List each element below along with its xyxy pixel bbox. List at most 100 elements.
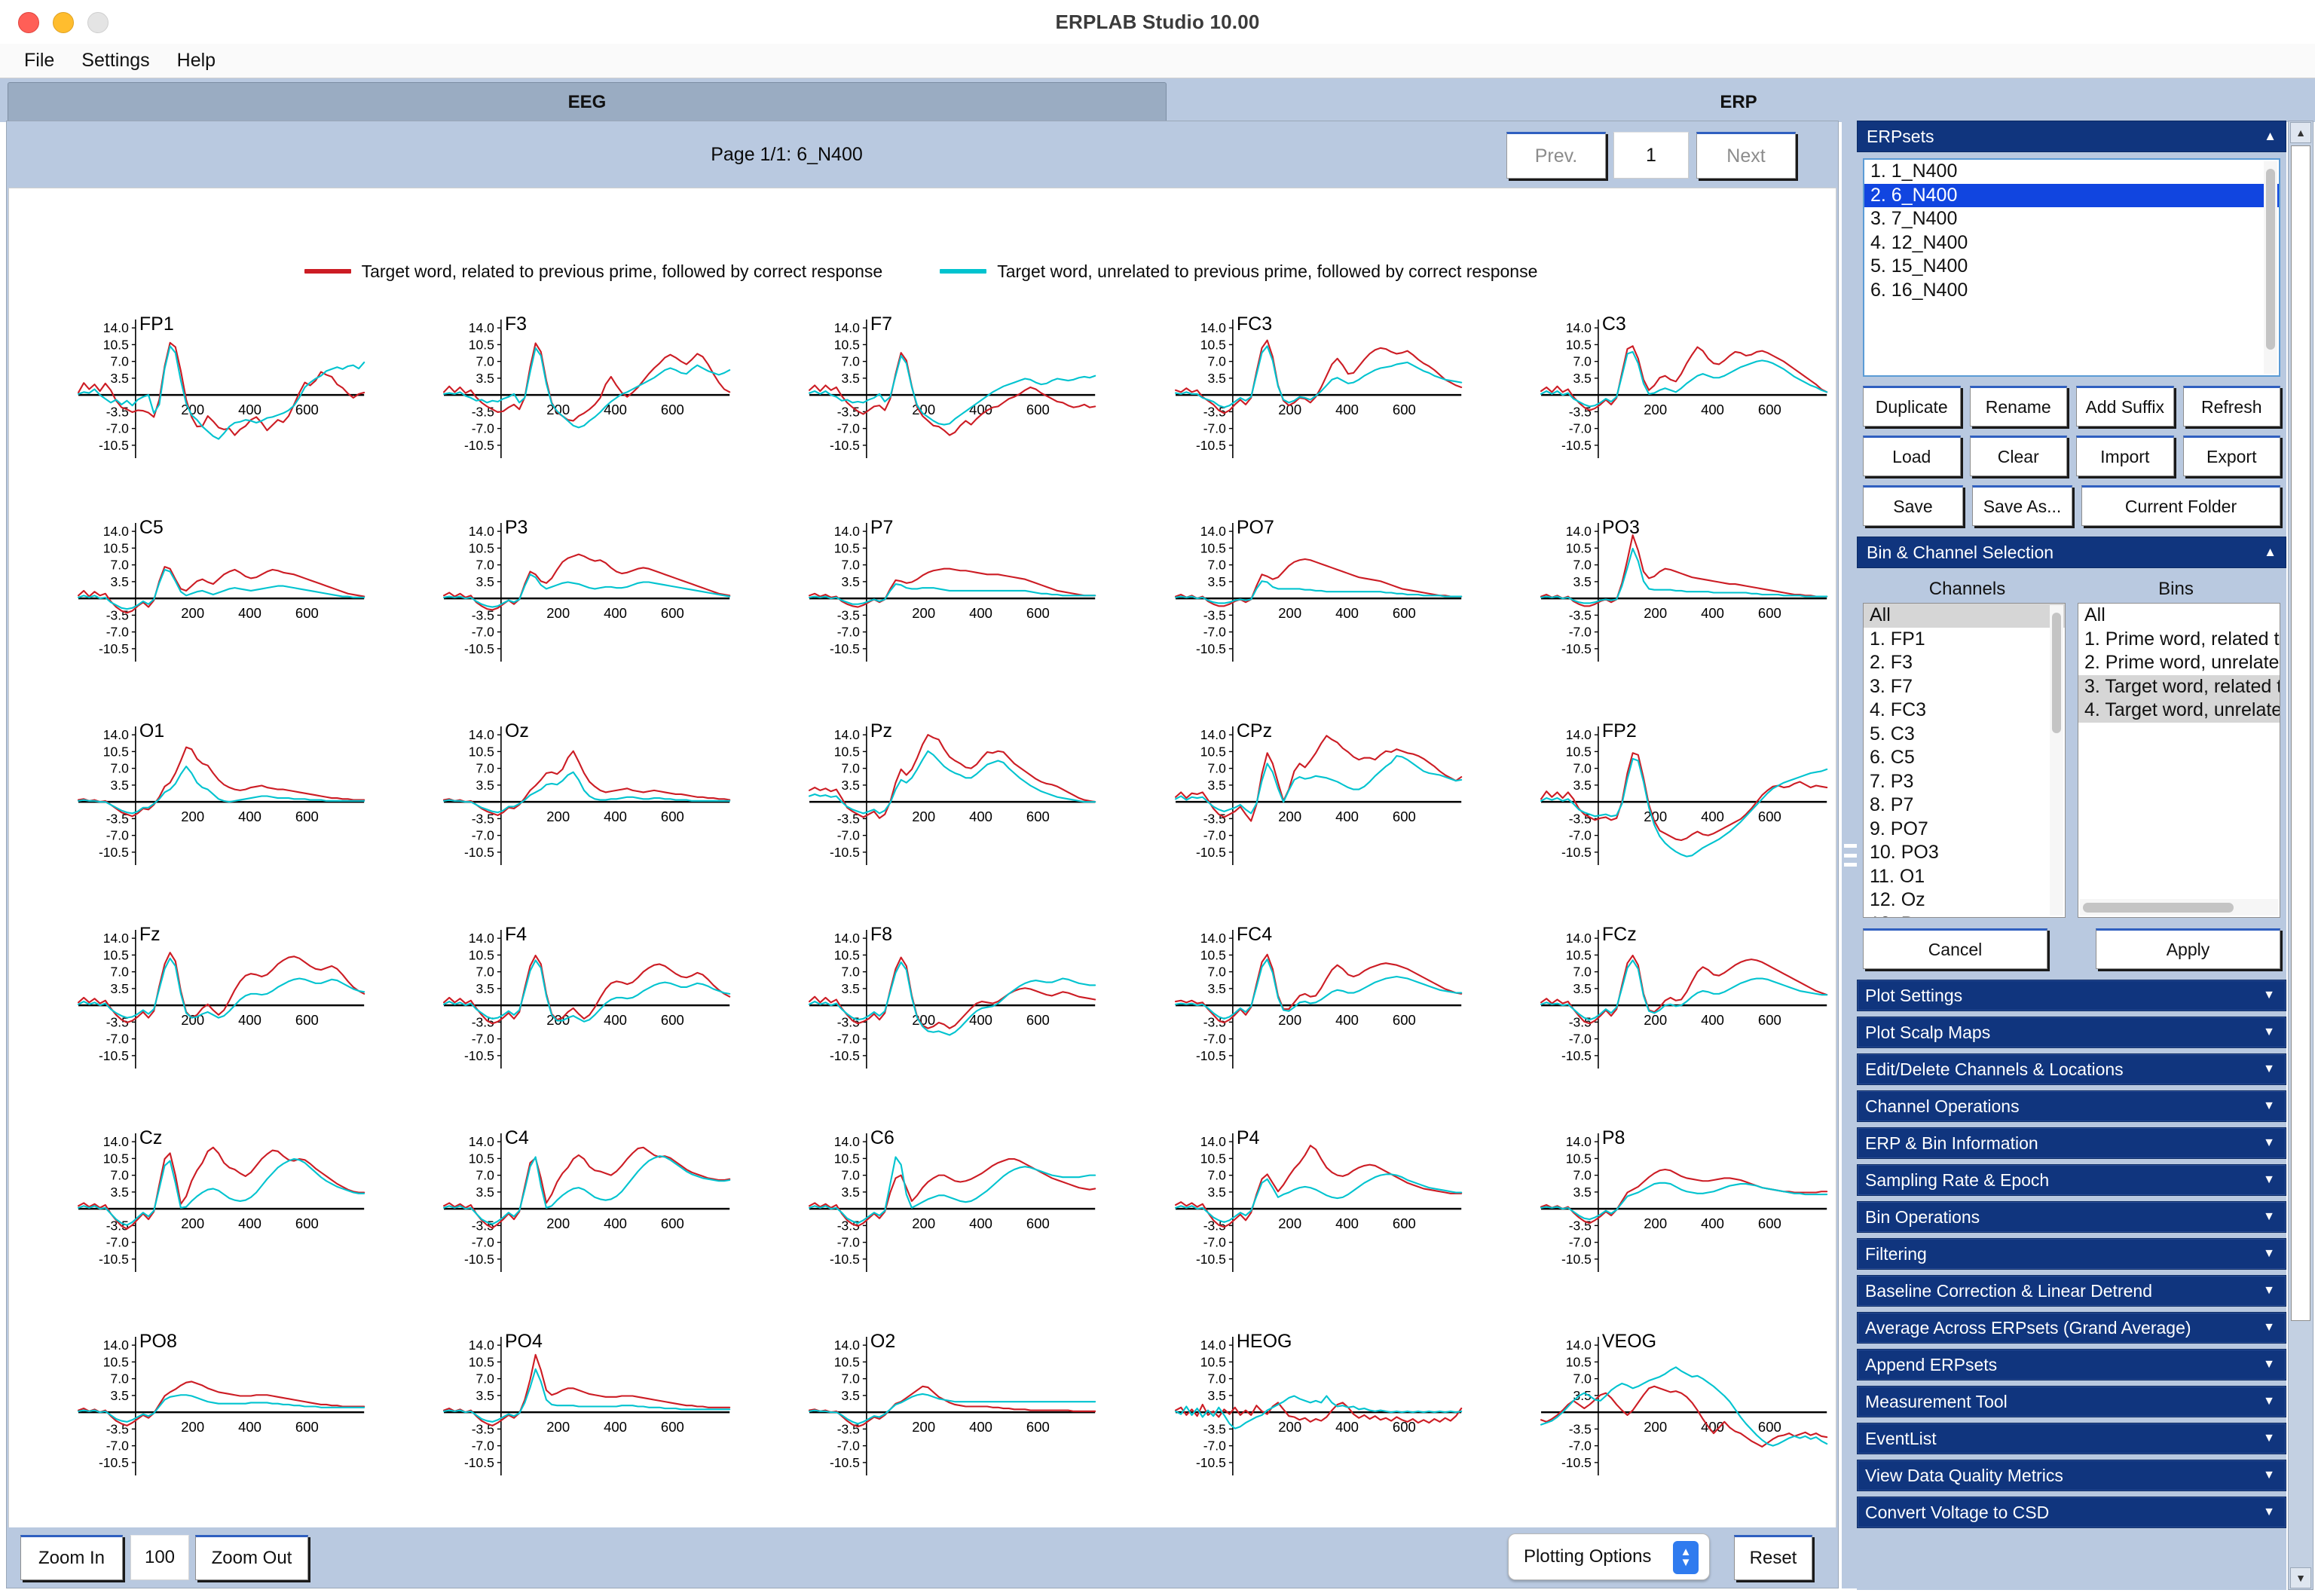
erp-channel-plot-cz[interactable]: 14.0 10.5 7.0 3.5 -3.5 -7.0 -10.5 200 400 600 Cz [9,1117,375,1320]
erp-channel-plot-c3[interactable]: 14.0 10.5 7.0 3.5 -3.5 -7.0 -10.5 200 400 600 C3 [1472,303,1836,506]
erp-channel-plot-fp1[interactable]: 14.0 10.5 7.0 3.5 -3.5 -7.0 -10.5 200 400 600 FP1 [9,303,375,506]
accordion-section-channel-operations[interactable]: Channel Operations ▼ [1857,1090,2286,1122]
erp-channel-plot-p7[interactable]: 14.0 10.5 7.0 3.5 -3.5 -7.0 -10.5 200 400 600 P7 [740,506,1106,710]
import-button[interactable]: Import [2076,436,2174,476]
erpset-list-item[interactable]: 5. 15_N400 [1864,255,2279,279]
accordion-section-baseline-correction-linear-detrend[interactable]: Baseline Correction & Linear Detrend ▼ [1857,1275,2286,1307]
erp-channel-plot-oz[interactable]: 14.0 10.5 7.0 3.5 -3.5 -7.0 -10.5 200 400 600 Oz [375,710,740,913]
erpset-list-item[interactable]: 6. 16_N400 [1864,279,2279,303]
channel-list-item[interactable]: 11. O1 [1864,865,2065,889]
erpset-list-item[interactable]: 1. 1_N400 [1864,160,2279,184]
accordion-section-edit-delete-channels-locations[interactable]: Edit/Delete Channels & Locations ▼ [1857,1053,2286,1085]
erp-channel-plot-f4[interactable]: 14.0 10.5 7.0 3.5 -3.5 -7.0 -10.5 200 400 600 F4 [375,913,740,1117]
scrollbar-thumb[interactable] [2291,145,2310,1321]
bin-list-item[interactable]: 1. Prime word, related to su [2078,628,2280,652]
zoom-level-input[interactable]: 100 [130,1535,189,1580]
menu-help[interactable]: Help [164,48,229,73]
erp-channel-plot-cpz[interactable]: 14.0 10.5 7.0 3.5 -3.5 -7.0 -10.5 200 400 600 CPz [1106,710,1472,913]
right-dock-scrollbar[interactable]: ▲ ▼ [2288,121,2313,1590]
channel-list-item[interactable]: 9. PO7 [1864,818,2065,842]
channel-list-item[interactable]: 4. FC3 [1864,699,2065,723]
erp-channel-plot-fc3[interactable]: 14.0 10.5 7.0 3.5 -3.5 -7.0 -10.5 200 400 600 FC3 [1106,303,1472,506]
tab-eeg[interactable]: EEG [8,82,1167,121]
prev-page-button[interactable]: Prev. [1506,132,1606,179]
bins-horizontal-scrollbar[interactable] [2080,899,2278,916]
current-folder-button[interactable]: Current Folder [2081,485,2280,526]
apply-button[interactable]: Apply [2096,928,2280,969]
erp-channel-plot-c4[interactable]: 14.0 10.5 7.0 3.5 -3.5 -7.0 -10.5 200 400 600 C4 [375,1117,740,1320]
bin-list-item[interactable]: 2. Prime word, unrelated to [2078,651,2280,675]
menu-file[interactable]: File [11,48,68,73]
scroll-down-icon[interactable]: ▼ [2290,1567,2311,1588]
export-button[interactable]: Export [2182,436,2280,476]
reset-button[interactable]: Reset [1734,1535,1812,1580]
accordion-section-append-erpsets[interactable]: Append ERPsets ▼ [1857,1349,2286,1380]
channel-list-item[interactable]: 5. C3 [1864,723,2065,747]
erp-channel-plot-pz[interactable]: 14.0 10.5 7.0 3.5 -3.5 -7.0 -10.5 200 400 600 Pz [740,710,1106,913]
erp-channel-plot-p4[interactable]: 14.0 10.5 7.0 3.5 -3.5 -7.0 -10.5 200 400 600 P4 [1106,1117,1472,1320]
accordion-section-measurement-tool[interactable]: Measurement Tool ▼ [1857,1386,2286,1417]
erp-channel-plot-c6[interactable]: 14.0 10.5 7.0 3.5 -3.5 -7.0 -10.5 200 400 600 C6 [740,1117,1106,1320]
erp-channel-plot-po4[interactable]: 14.0 10.5 7.0 3.5 -3.5 -7.0 -10.5 200 400 600 PO4 [375,1320,740,1524]
erp-channel-plot-f7[interactable]: 14.0 10.5 7.0 3.5 -3.5 -7.0 -10.5 200 400 600 F7 [740,303,1106,506]
menu-settings[interactable]: Settings [68,48,163,73]
erp-channel-plot-p3[interactable]: 14.0 10.5 7.0 3.5 -3.5 -7.0 -10.5 200 400 600 P3 [375,506,740,710]
cancel-button[interactable]: Cancel [1863,928,2047,969]
erp-channel-plot-veog[interactable]: 14.0 10.5 7.0 3.5 -3.5 -7.0 -10.5 200 400 600 VEOG [1472,1320,1836,1524]
erpsets-listbox[interactable]: 1. 1_N400 2. 6_N400 3. 7_N400 4. 12_N400 5. … [1863,158,2280,377]
erp-channel-plot-fcz[interactable]: 14.0 10.5 7.0 3.5 -3.5 -7.0 -10.5 200 400 600 FCz [1472,913,1836,1117]
channel-list-item[interactable]: 1. FP1 [1864,628,2065,652]
erpsets-scrollbar[interactable] [2264,161,2277,374]
erp-channel-plot-po7[interactable]: 14.0 10.5 7.0 3.5 -3.5 -7.0 -10.5 200 400 600 PO7 [1106,506,1472,710]
accordion-section-bin-operations[interactable]: Bin Operations ▼ [1857,1201,2286,1233]
save-button[interactable]: Save [1863,485,1963,526]
erp-channel-plot-po8[interactable]: 14.0 10.5 7.0 3.5 -3.5 -7.0 -10.5 200 400 600 PO8 [9,1320,375,1524]
channel-list-item[interactable]: 12. Oz [1864,888,2065,913]
erp-channel-plot-c5[interactable]: 14.0 10.5 7.0 3.5 -3.5 -7.0 -10.5 200 400 600 C5 [9,506,375,710]
rename-button[interactable]: Rename [1969,386,2067,427]
channel-list-item[interactable]: 2. F3 [1864,651,2065,675]
load-button[interactable]: Load [1863,436,1961,476]
bin-list-item[interactable]: 3. Target word, related to pr [2078,674,2280,699]
zoom-out-button[interactable]: Zoom Out [195,1535,308,1580]
erp-channel-plot-f8[interactable]: 14.0 10.5 7.0 3.5 -3.5 -7.0 -10.5 200 400 600 F8 [740,913,1106,1117]
erpset-list-item[interactable]: 4. 12_N400 [1864,231,2279,255]
erp-channel-plot-p8[interactable]: 14.0 10.5 7.0 3.5 -3.5 -7.0 -10.5 200 400 600 P8 [1472,1117,1836,1320]
accordion-section-eventlist[interactable]: EventList ▼ [1857,1423,2286,1454]
channel-list-item[interactable]: 8. P7 [1864,793,2065,818]
bin-list-item[interactable]: 4. Target word, unrelated to [2078,699,2280,723]
zoom-in-button[interactable]: Zoom In [20,1535,123,1580]
channel-list-item[interactable]: 7. P3 [1864,770,2065,794]
erpset-list-item[interactable]: 2. 6_N400 [1864,183,2279,207]
channels-listbox[interactable]: All 1. FP1 2. F3 3. F7 4. FC3 5. C3 6. C5 7. P3… [1863,603,2066,918]
accordion-section-view-data-quality-metrics[interactable]: View Data Quality Metrics ▼ [1857,1460,2286,1491]
erp-channel-plot-fz[interactable]: 14.0 10.5 7.0 3.5 -3.5 -7.0 -10.5 200 400 600 Fz [9,913,375,1117]
save-as-button[interactable]: Save As... [1972,485,2072,526]
scroll-up-icon[interactable]: ▲ [2290,122,2311,143]
add-suffix-button[interactable]: Add Suffix [2076,386,2174,427]
accordion-section-plot-settings[interactable]: Plot Settings ▼ [1857,980,2286,1011]
erp-channel-plot-fc4[interactable]: 14.0 10.5 7.0 3.5 -3.5 -7.0 -10.5 200 400 600 FC4 [1106,913,1472,1117]
erp-channel-plot-f3[interactable]: 14.0 10.5 7.0 3.5 -3.5 -7.0 -10.5 200 400 600 F3 [375,303,740,506]
bin-channel-section-header[interactable]: Bin & Channel Selection ▲ [1857,537,2286,568]
accordion-section-convert-voltage-to-csd[interactable]: Convert Voltage to CSD ▼ [1857,1497,2286,1528]
erpsets-section-header[interactable]: ERPsets ▲ [1857,121,2286,152]
tab-erp[interactable]: ERP [1167,82,2310,121]
accordion-section-average-across-erpsets-grand-average[interactable]: Average Across ERPsets (Grand Average) ▼ [1857,1312,2286,1344]
channel-list-item[interactable]: 3. F7 [1864,675,2065,699]
erp-channel-plot-o1[interactable]: 14.0 10.5 7.0 3.5 -3.5 -7.0 -10.5 200 400 600 O1 [9,710,375,913]
channel-list-item[interactable]: 10. PO3 [1864,841,2065,865]
clear-button[interactable]: Clear [1969,436,2067,476]
refresh-button[interactable]: Refresh [2182,386,2280,427]
accordion-section-filtering[interactable]: Filtering ▼ [1857,1238,2286,1270]
channel-list-item[interactable]: All [1864,604,2065,628]
accordion-section-plot-scalp-maps[interactable]: Plot Scalp Maps ▼ [1857,1017,2286,1048]
accordion-section-erp-bin-information[interactable]: ERP & Bin Information ▼ [1857,1127,2286,1159]
accordion-section-sampling-rate-epoch[interactable]: Sampling Rate & Epoch ▼ [1857,1164,2286,1196]
duplicate-button[interactable]: Duplicate [1863,386,1961,427]
channel-list-item[interactable]: 6. C5 [1864,746,2065,770]
bin-list-item[interactable]: All [2078,604,2280,628]
channel-list-item[interactable]: 13. Pz [1864,913,2065,918]
erpset-list-item[interactable]: 3. 7_N400 [1864,207,2279,231]
erp-channel-plot-po3[interactable]: 14.0 10.5 7.0 3.5 -3.5 -7.0 -10.5 200 400 600 PO3 [1472,506,1836,710]
